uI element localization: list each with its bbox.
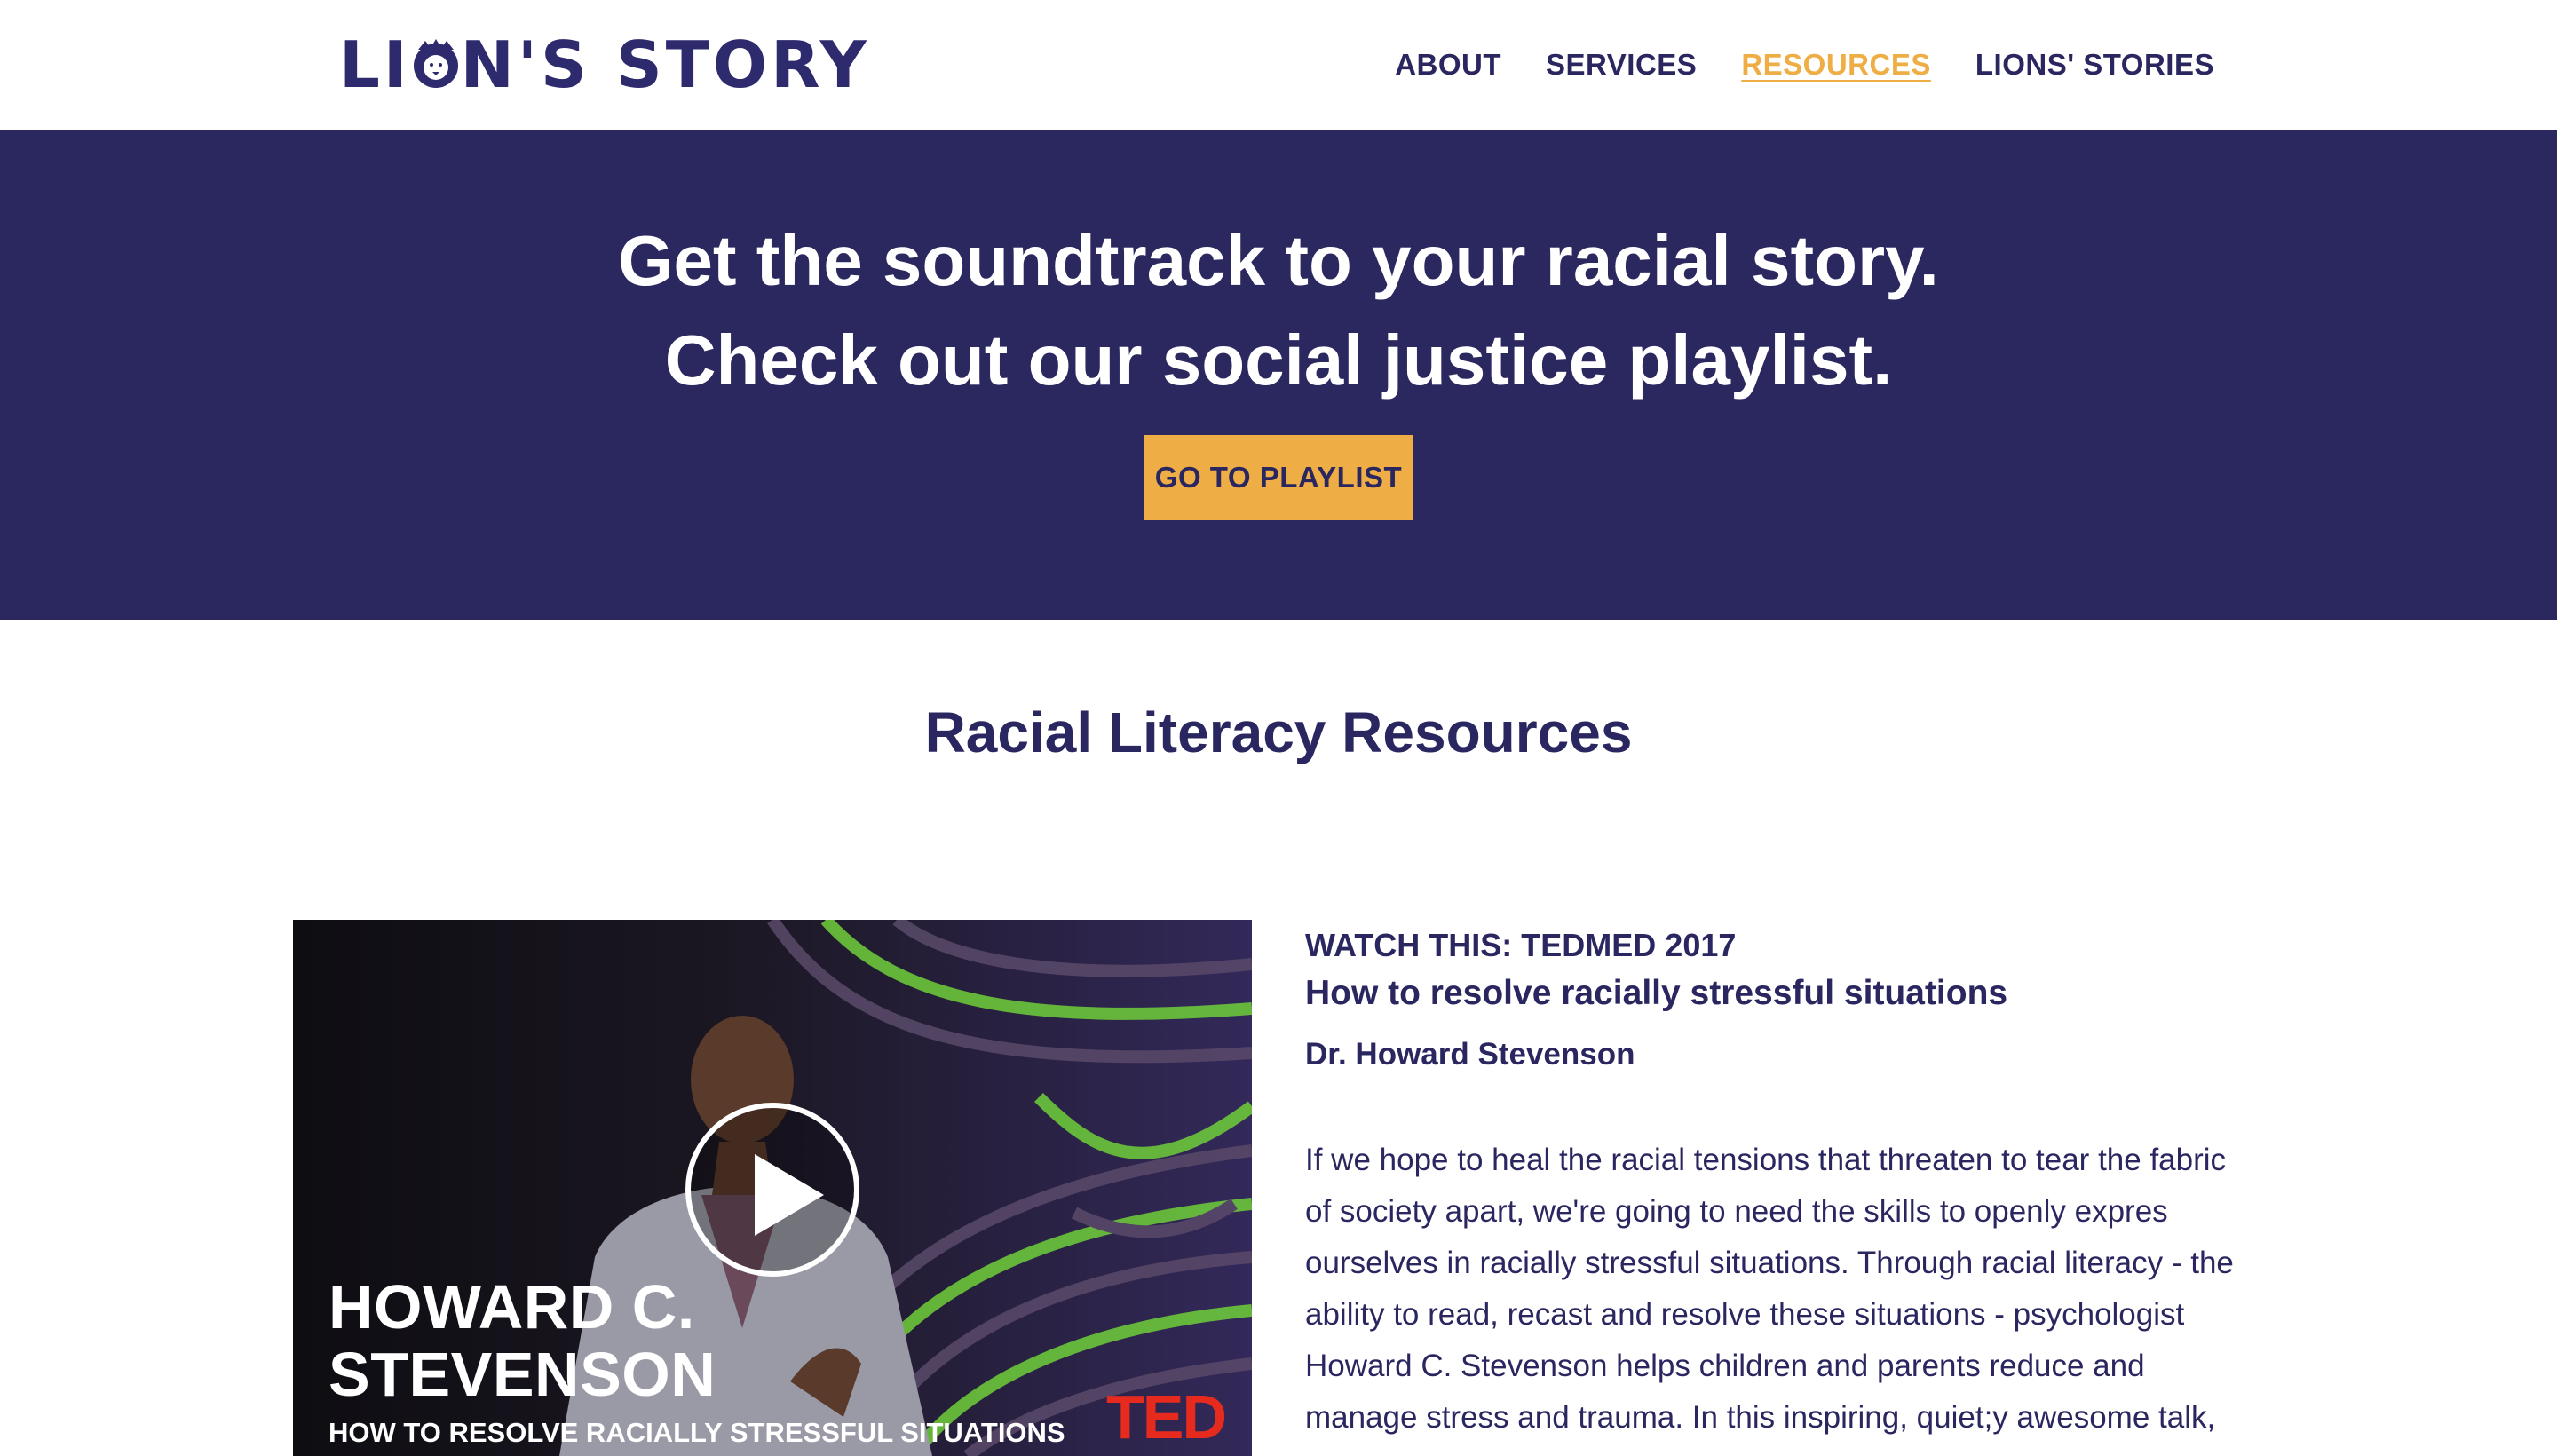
- section-title: Racial Literacy Resources: [924, 700, 1633, 764]
- nav-about[interactable]: ABOUT: [1395, 41, 1501, 89]
- hero-line-1: Get the soundtrack to your racial story.: [618, 221, 1939, 300]
- play-icon: [755, 1154, 824, 1236]
- logo-text-right: N'S STORY: [460, 28, 870, 102]
- video-caption: HOW TO RESOLVE RACIALLY STRESSFUL SITUAT…: [329, 1417, 1065, 1448]
- ted-logo: TED: [1106, 1382, 1227, 1452]
- resource-title: How to resolve racially stressful situat…: [1305, 974, 2008, 1012]
- go-to-playlist-button[interactable]: GO TO PLAYLIST: [1144, 435, 1413, 520]
- nav-services[interactable]: SERVICES: [1546, 41, 1697, 89]
- play-button[interactable]: [685, 1103, 859, 1277]
- lion-head-icon: [413, 39, 458, 88]
- logo-text-left: LI: [339, 28, 411, 102]
- hero-heading: Get the soundtrack to your racial story.…: [0, 211, 2557, 410]
- resource-description: If we hope to heal the racial tensions t…: [1305, 1143, 2234, 1435]
- resource-info: WATCH THIS: TEDMED 2017 How to resolve r…: [1305, 920, 2264, 1444]
- site-header: LI N'S STORY ABOUT SERVICES RESOURCES LI…: [0, 0, 2557, 130]
- video-speaker-name: HOWARD C. STEVENSON: [329, 1272, 716, 1409]
- main-nav: ABOUT SERVICES RESOURCES LIONS' STORIES: [1350, 41, 2214, 89]
- resource-eyebrow: WATCH THIS: TEDMED 2017: [1305, 927, 1737, 963]
- hero-line-2: Check out our social justice playlist.: [664, 320, 1893, 400]
- site-logo[interactable]: LI N'S STORY: [339, 28, 870, 102]
- nav-lions-stories[interactable]: LIONS' STORIES: [1975, 41, 2214, 89]
- hero-banner: Get the soundtrack to your racial story.…: [0, 130, 2557, 620]
- video-player[interactable]: HOWARD C. STEVENSON HOW TO RESOLVE RACIA…: [293, 920, 1252, 1456]
- nav-resources[interactable]: RESOURCES: [1741, 41, 1931, 89]
- resource-speaker: Dr. Howard Stevenson: [1305, 1037, 1635, 1072]
